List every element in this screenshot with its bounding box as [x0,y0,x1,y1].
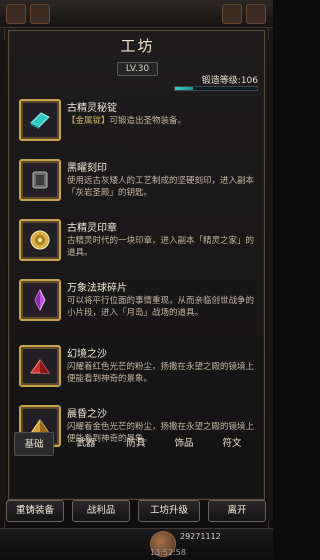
item-icon-frame [19,219,61,261]
red-sand-icon [30,359,50,374]
quest-icon[interactable] [30,4,50,24]
list-item[interactable]: 幻境之沙 闪耀着红色光芒的粉尘，扬撒在永望之殿的镜境上便能看到神奇的景象。 [19,345,259,399]
forge-progress-bar [174,86,258,91]
tab-weapons[interactable]: 武器 [66,432,106,456]
item-description: 使用远古灰矮人的工艺制成的坚硬刻印，进入副本「灰岩圣殿」的钥匙。 [67,176,255,198]
settings-icon[interactable] [246,4,266,24]
clock-text: 13:52:58 [150,548,186,557]
top-bar [0,0,273,28]
list-item[interactable]: 黑曜刻印 使用远古灰矮人的工艺制成的坚硬刻印，进入副本「灰岩圣殿」的钥匙。 [19,159,259,213]
item-name: 古精灵印章 [67,223,117,234]
bottom-hud: 29271112 13:52:58 [0,528,273,560]
category-tabs: 基础 武器 防具 饰品 符文 [14,432,250,456]
tab-armor[interactable]: 防具 [116,432,156,456]
inventory-icon[interactable] [222,4,242,24]
page-title: 工坊 [120,37,155,55]
item-icon-frame [19,159,61,201]
item-tag: 【金属锭】 [67,116,110,126]
leave-button[interactable]: 离开 [208,500,266,522]
reforge-equipment-button[interactable]: 重铸装备 [6,500,64,522]
list-item[interactable]: 古精灵印章 古精灵时代的一块印章，进入副本「精灵之家」的道具。 [19,219,259,273]
workshop-upgrade-button[interactable]: 工坊升级 [138,500,200,522]
title-area: 工坊 LV.30 [9,35,266,76]
menu-icon[interactable] [6,4,26,24]
left-border [0,40,6,520]
item-name: 幻境之沙 [67,349,107,360]
item-description: 闪耀着红色光芒的粉尘，扬撒在永望之殿的镜境上便能看到神奇的景象。 [67,362,255,384]
tab-runes[interactable]: 符文 [212,432,252,456]
item-name: 黑曜刻印 [67,163,107,174]
tab-accessories[interactable]: 饰品 [164,432,204,456]
tab-basic[interactable]: 基础 [14,432,54,456]
workshop-panel: 工坊 LV.30 锻造等级:106 古精灵秘锭 【金属锭】可锻造出圣物装备。 黑… [8,30,265,500]
item-name: 晨昏之沙 [67,409,107,420]
workshop-level-badge: LV.30 [116,62,159,76]
teal-ingot-icon [30,112,50,129]
currency-value: 29271112 [180,532,221,541]
item-icon-frame [19,345,61,387]
item-description: 古精灵时代的一块印章，进入副本「精灵之家」的道具。 [67,236,255,258]
item-description: 【金属锭】可锻造出圣物装备。 [67,115,257,127]
right-border [267,40,273,520]
item-icon-frame [19,99,61,141]
item-desc-text: 可锻造出圣物装备。 [109,116,187,126]
violet-shard-icon [34,289,46,311]
list-item[interactable]: 万象法球碎片 可以将平行位面的事情重现，从而亲临创世战争的小片段，进入「月岛」战… [19,279,259,333]
golden-seal-icon [30,230,50,250]
loot-button[interactable]: 战利品 [72,500,130,522]
item-description: 可以将平行位面的事情重现，从而亲临创世战争的小片段，进入「月岛」战场的道具。 [67,296,255,318]
item-icon-frame [19,279,61,321]
item-name: 古精灵秘锭 [67,103,117,114]
forge-progress-fill [175,87,194,90]
obsidian-seal-icon [32,171,48,189]
list-item[interactable]: 古精灵秘锭 【金属锭】可锻造出圣物装备。 [19,99,259,153]
forge-level-label: 锻造等级:106 [201,76,258,86]
item-name: 万象法球碎片 [67,283,127,294]
